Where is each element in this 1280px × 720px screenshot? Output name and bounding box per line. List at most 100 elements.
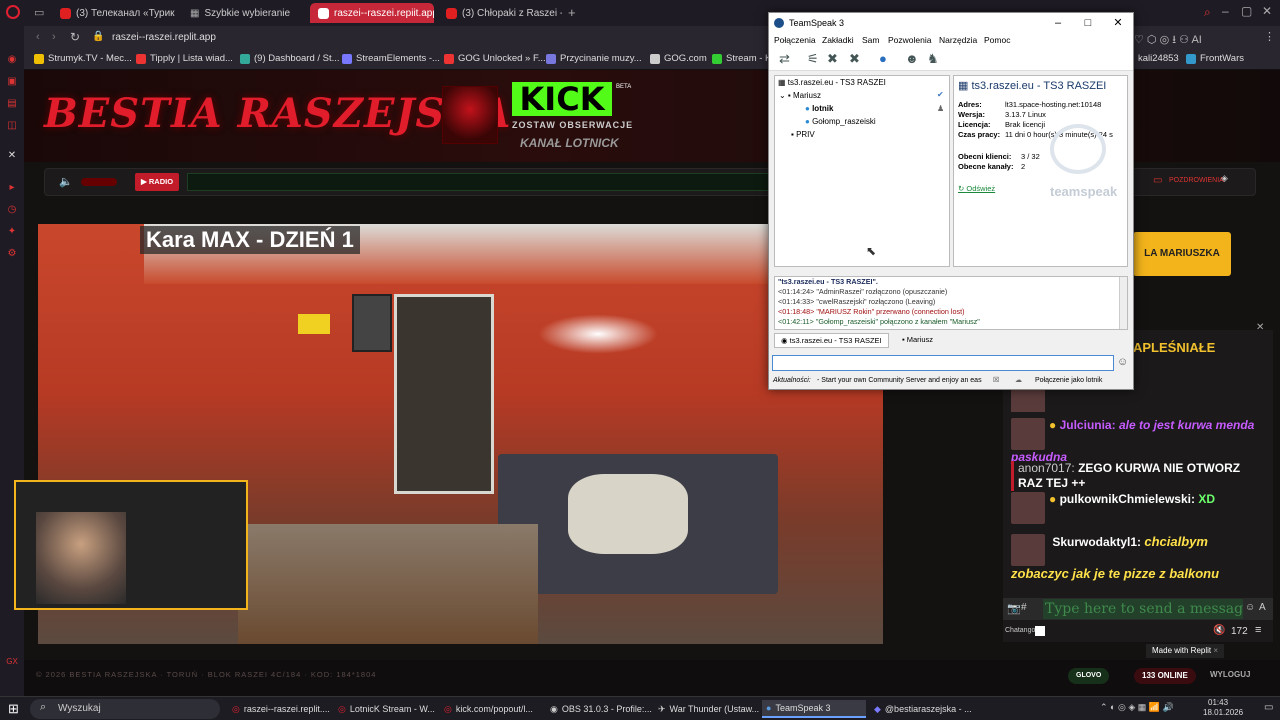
volume-icon[interactable]: 🔈 <box>59 175 73 188</box>
tray-icons[interactable]: ⌃ ◐ ◎ ◈ ▦ 📶 🔊 <box>1100 702 1174 713</box>
chatango-label[interactable]: Chatango <box>1005 627 1035 634</box>
bookmark[interactable]: GOG Unlocked » F... <box>444 53 546 64</box>
tree-server[interactable]: ▦ ts3.raszei.eu - TS3 RASZEI <box>778 78 886 87</box>
ts-chat-input[interactable] <box>772 355 1114 371</box>
workspaces-icon[interactable]: ▣ <box>6 76 18 88</box>
radio-button[interactable]: ▶ RADIO <box>135 173 180 191</box>
mute-mic-icon[interactable]: ✖ <box>827 51 838 67</box>
new-tab-icon[interactable]: + <box>568 5 576 20</box>
menu-bookmarks[interactable]: Zakładki <box>822 35 854 45</box>
tab-raszei-active[interactable]: raszei--raszei.repiit.app <box>310 3 434 23</box>
url-text[interactable]: raszei--raszei.replit.app <box>112 32 216 43</box>
bookmark[interactable]: Strumyk.TV - Mec... <box>34 53 132 64</box>
disconnect-icon[interactable]: ⚟ <box>807 51 819 67</box>
chat-user[interactable]: pulkownikChmielewski: <box>1060 492 1195 506</box>
ts-minimize-icon[interactable]: – <box>1043 13 1073 33</box>
reload-icon[interactable]: ↻ <box>70 30 80 44</box>
status-close-icon[interactable]: ☒ <box>993 376 999 384</box>
settings-icon[interactable]: ⚙ <box>6 248 18 260</box>
menu-connections[interactable]: Połączenia <box>774 35 816 45</box>
kick-logo[interactable]: KICK <box>512 82 612 116</box>
taskbar-app[interactable]: ✈ War Thunder (Ustaw... <box>654 700 759 718</box>
doorway <box>394 294 494 494</box>
menu-permissions[interactable]: Pozwolenia <box>888 35 931 45</box>
bookmark[interactable]: StreamElements -... <box>342 53 440 64</box>
contacts-icon[interactable]: ☻ <box>905 51 919 66</box>
messenger-icon[interactable]: ▤ <box>6 98 18 110</box>
tab-speed-dial[interactable]: ▦ Szybkie wybieranie <box>182 3 306 23</box>
font-icon[interactable]: A <box>1259 602 1266 613</box>
menu-tools[interactable]: Narzędzia <box>939 35 977 45</box>
ts-emoji-icon[interactable]: ☺ <box>1117 356 1128 368</box>
plugin-icon[interactable]: ♞ <box>927 51 939 67</box>
made-with-replit[interactable]: Made with Replit × <box>1146 644 1225 658</box>
tree-channel-priv[interactable]: ▪ PRIV <box>791 130 815 139</box>
player-icon[interactable]: ▸ <box>6 182 18 194</box>
chat-user[interactable]: Skurwodaktyl1: <box>1052 535 1141 549</box>
taskbar-app[interactable]: ◉ OBS 31.0.3 - Profile:... <box>546 700 652 718</box>
bookmark[interactable]: Tipply | Lista wiad... <box>136 53 233 64</box>
gx-icon[interactable]: GX <box>6 656 18 668</box>
log-scrollbar[interactable] <box>1119 277 1127 329</box>
mute-icon[interactable]: 🔇 <box>1213 625 1225 636</box>
bookmark[interactable]: GOG.com <box>650 53 707 64</box>
taskbar-app[interactable]: ◆ @bestiaraszejska - ... <box>870 700 974 718</box>
chat-tab-server[interactable]: ◉ ts3.raszei.eu - TS3 RASZEI <box>774 333 889 348</box>
close-icon[interactable]: ✕ <box>1262 4 1272 18</box>
hash-icon[interactable]: # <box>1021 602 1027 613</box>
greetings-label[interactable]: POZDROWIENIA <box>1169 177 1224 184</box>
x-icon[interactable]: ✕ <box>6 150 18 162</box>
forward-icon[interactable]: › <box>52 31 56 43</box>
menu-help[interactable]: Pomoc <box>984 35 1010 45</box>
minimize-icon[interactable]: – <box>1222 4 1229 18</box>
camera-icon[interactable]: 📷 <box>1007 602 1021 615</box>
maximize-icon[interactable]: ▢ <box>1241 4 1252 18</box>
refresh-link[interactable]: ↻ Odśwież <box>958 184 995 193</box>
mute-speaker-icon[interactable]: ✖ <box>849 51 860 67</box>
tree-user[interactable]: ● Gołomp_raszeiski <box>805 117 876 126</box>
chat-input[interactable]: Type here to send a messag <box>1043 599 1243 619</box>
notifications-icon[interactable]: ▭ <box>1264 702 1273 713</box>
glovo-button[interactable]: GLOVO <box>1068 668 1110 684</box>
menu-self[interactable]: Sam <box>862 35 879 45</box>
bookmark[interactable]: (9) Dashboard / St... <box>240 53 340 64</box>
dismiss-icon[interactable]: × <box>1213 646 1218 655</box>
bookmark[interactable]: Przycinanie muzy... <box>546 53 642 64</box>
taskbar-app[interactable]: ◎ raszei--raszei.replit.... <box>228 700 332 718</box>
instagram-icon[interactable]: ◫ <box>6 120 18 132</box>
cta-button[interactable]: LA MARIUSZKA <box>1133 232 1231 276</box>
tab-chlopaki[interactable]: (3) Chłopaki z Raszei - PR <box>438 3 562 23</box>
taskbar-app[interactable]: ◎ kick.com/popout/l... <box>440 700 544 718</box>
extensions-icon[interactable]: ✦ <box>6 226 18 238</box>
extensions-icons[interactable]: ♡ ⬡ ◎ ⭳ ⚇ AI <box>1134 31 1202 50</box>
logout-button[interactable]: WYLOGUJ <box>1210 670 1250 679</box>
search-icon[interactable]: ⌕ <box>1204 5 1211 20</box>
emoji-icon[interactable]: ☺ <box>1245 602 1255 613</box>
bookmark[interactable]: Stream - K <box>712 53 771 64</box>
tree-user[interactable]: ● lotnik <box>805 104 833 113</box>
tab-telekanal[interactable]: (3) Телеканал «Турик и К <box>52 3 176 23</box>
chat-user[interactable]: anon7017: <box>1018 461 1075 475</box>
chat-tab-channel[interactable]: ▪ Mariusz <box>896 333 939 346</box>
away-icon[interactable]: ● <box>879 51 887 66</box>
connect-icon[interactable]: ⇄ <box>779 51 790 67</box>
history-icon[interactable]: ◷ <box>6 204 18 216</box>
chat-user[interactable]: Julciunia: <box>1060 418 1116 432</box>
bookmark[interactable]: FrontWars <box>1186 53 1244 64</box>
ts-maximize-icon[interactable]: □ <box>1073 13 1103 33</box>
menu-icon[interactable]: ⋮ <box>1264 30 1275 43</box>
aria-icon[interactable]: ◉ <box>6 54 18 66</box>
back-icon[interactable]: ‹ <box>36 31 40 43</box>
volume-slider[interactable] <box>81 178 117 186</box>
bookmark[interactable]: kali24853 <box>1138 53 1179 64</box>
taskbar-app-active[interactable]: ● TeamSpeak 3 <box>762 700 866 718</box>
chat-menu-icon[interactable]: ≡ <box>1255 624 1261 636</box>
taskbar-app[interactable]: ◎ LotnicK Stream - W... <box>334 700 438 718</box>
tab-menu-icon[interactable]: ▭ <box>34 6 44 19</box>
tree-channel-mariusz[interactable]: ⌄ ▪ Mariusz <box>779 91 821 100</box>
opera-logo-icon[interactable] <box>6 5 20 19</box>
windows-start-icon[interactable]: ⊞ <box>8 701 19 717</box>
taskbar-search[interactable]: ⌕ Wyszukaj <box>30 699 220 719</box>
ts-close-icon[interactable]: ✕ <box>1103 13 1133 33</box>
bookmark-label: Strumyk.TV - Mec... <box>48 53 132 64</box>
